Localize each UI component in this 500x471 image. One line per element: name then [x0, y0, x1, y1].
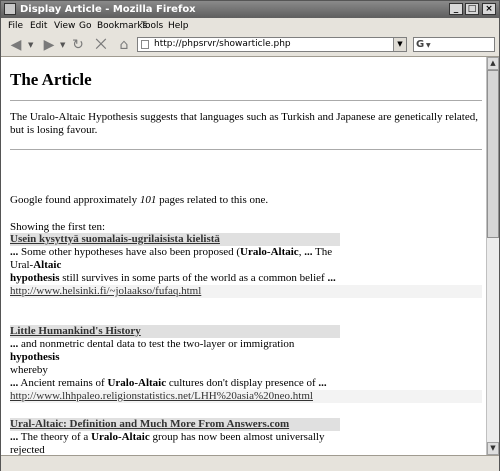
related-count: Google found approximately 101 pages rel… — [10, 194, 268, 207]
result-url-link[interactable]: http://www.lhhpaleo.religionstatistics.n… — [10, 390, 313, 402]
snippet-highlight: ... — [10, 246, 19, 258]
snippet-highlight: Uralo-Altaic — [240, 246, 299, 258]
snippet-line: Ural-Altaic — [10, 259, 340, 272]
snippet-highlight: ... — [10, 338, 19, 350]
vertical-scrollbar[interactable]: ▲ ▼ — [486, 57, 499, 455]
search-result: Little Humankind's History... and nonmet… — [10, 325, 482, 403]
browser-window: Display Article - Mozilla Firefox _ □ × … — [0, 0, 500, 471]
result-url-link[interactable]: http://www.helsinki.fi/~jolaakso/fufaq.h… — [10, 285, 201, 297]
maximize-button[interactable]: □ — [465, 3, 479, 15]
window-title: Display Article - Mozilla Firefox — [20, 4, 196, 15]
minimize-button[interactable]: _ — [449, 3, 463, 15]
snippet-highlight: Altaic — [33, 259, 62, 271]
url-text[interactable]: http://phpsrvr/showarticle.php — [154, 38, 291, 51]
back-history-dropdown[interactable]: ▼ — [28, 41, 33, 49]
forward-arrow-icon[interactable]: ▶ — [39, 37, 59, 53]
snippet-highlight: Uralo-Altaic — [91, 431, 150, 443]
result-url-row: http://www.lhhpaleo.religionstatistics.n… — [10, 390, 482, 403]
snippet-line: ... and nonmetric dental data to test th… — [10, 338, 340, 364]
snippet-text: Ural- — [10, 259, 34, 271]
snippet-highlight: ... — [10, 377, 19, 389]
snippet-highlight: ... — [327, 272, 336, 284]
result-url-row: http://www.helsinki.fi/~jolaakso/fufaq.h… — [10, 285, 482, 298]
snippet-line: ... The theory of a Uralo-Altaic group h… — [10, 431, 340, 455]
snippet-highlight: Uralo-Altaic — [107, 377, 167, 389]
snippet-text: cultures don't display presence of — [166, 377, 319, 389]
snippet-text: Ancient remains of — [18, 377, 108, 389]
search-box[interactable]: G ▼ — [413, 37, 495, 52]
menu-edit[interactable]: Edit — [30, 20, 47, 32]
snippet-text: The theory of a — [18, 431, 92, 443]
search-result: Usein kysyttyä suomalais-ugrilaisista ki… — [10, 233, 482, 298]
search-engine-dropdown[interactable]: ▼ — [426, 42, 431, 49]
back-arrow-icon[interactable]: ◀ — [6, 37, 26, 53]
page-viewport: The Article The Uralo-Altaic Hypothesis … — [1, 57, 486, 455]
result-title-row: Usein kysyttyä suomalais-ugrilaisista ki… — [10, 233, 340, 246]
article-title: The Article — [10, 70, 92, 89]
scroll-down-icon[interactable]: ▼ — [487, 442, 499, 455]
snippet-line: hypothesis still survives in some parts … — [10, 272, 340, 285]
result-snippet: ... Some other hypotheses have also been… — [10, 246, 340, 285]
result-title-row: Little Humankind's History — [10, 325, 340, 338]
menu-bar: File Edit View Go Bookmarks Tools Help — [1, 18, 499, 34]
title-bar[interactable]: Display Article - Mozilla Firefox _ □ × — [1, 1, 499, 18]
found-count: 101 — [139, 194, 157, 206]
found-suffix: pages related to this one. — [156, 194, 269, 206]
menu-view[interactable]: View — [54, 20, 75, 32]
page-icon — [141, 40, 149, 49]
reload-icon[interactable]: ↻ — [69, 37, 87, 53]
snippet-line: ... Some other hypotheses have also been… — [10, 246, 340, 259]
snippet-highlight: hypothesis — [10, 351, 60, 363]
snippet-highlight: ... — [10, 431, 19, 443]
result-title-row: Ural-Altaic: Definition and Much More Fr… — [10, 418, 340, 431]
scroll-up-icon[interactable]: ▲ — [487, 57, 499, 70]
article-abstract: The Uralo-Altaic Hypothesis suggests tha… — [10, 111, 478, 136]
divider — [10, 100, 482, 101]
google-icon[interactable]: G — [416, 38, 424, 51]
snippet-text: Some other hypotheses have also been pro… — [18, 246, 241, 258]
home-icon[interactable]: ⌂ — [115, 37, 133, 53]
snippet-text: and nonmetric dental data to test the tw… — [18, 338, 295, 350]
menu-tools[interactable]: Tools — [141, 20, 163, 32]
firefox-icon — [4, 3, 16, 15]
snippet-line: whereby — [10, 364, 340, 377]
found-prefix: Google found approximately — [10, 194, 140, 206]
result-title-link[interactable]: Ural-Altaic: Definition and Much More Fr… — [10, 418, 289, 430]
result-title-link[interactable]: Little Humankind's History — [10, 325, 141, 337]
status-bar — [1, 455, 499, 471]
result-snippet: ... and nonmetric dental data to test th… — [10, 338, 340, 390]
snippet-line: ... Ancient remains of Uralo-Altaic cult… — [10, 377, 340, 390]
result-title-link[interactable]: Usein kysyttyä suomalais-ugrilaisista ki… — [10, 233, 220, 245]
scrollbar-thumb[interactable] — [487, 70, 499, 238]
snippet-highlight: ... — [318, 377, 327, 389]
divider — [10, 149, 482, 150]
url-history-dropdown[interactable]: ▼ — [393, 38, 406, 51]
search-result: Ural-Altaic: Definition and Much More Fr… — [10, 418, 482, 455]
snippet-text: The — [312, 246, 333, 258]
result-snippet: ... The theory of a Uralo-Altaic group h… — [10, 431, 340, 455]
menu-help[interactable]: Help — [168, 20, 189, 32]
snippet-highlight: hypothesis — [10, 272, 60, 284]
menu-bookmarks[interactable]: Bookmarks — [97, 20, 147, 32]
navigation-toolbar: ◀ ▼ ▶ ▼ ↻ ⨉ ⌂ http://phpsrvr/showarticle… — [1, 34, 499, 57]
url-bar[interactable]: http://phpsrvr/showarticle.php ▼ — [137, 37, 407, 52]
stop-icon[interactable]: ⨉ — [92, 37, 110, 53]
snippet-text: still survives in some parts of the worl… — [59, 272, 328, 284]
close-button[interactable]: × — [482, 3, 496, 15]
forward-history-dropdown[interactable]: ▼ — [60, 41, 65, 49]
menu-file[interactable]: File — [8, 20, 23, 32]
snippet-text: whereby — [10, 364, 48, 376]
menu-go[interactable]: Go — [79, 20, 91, 32]
